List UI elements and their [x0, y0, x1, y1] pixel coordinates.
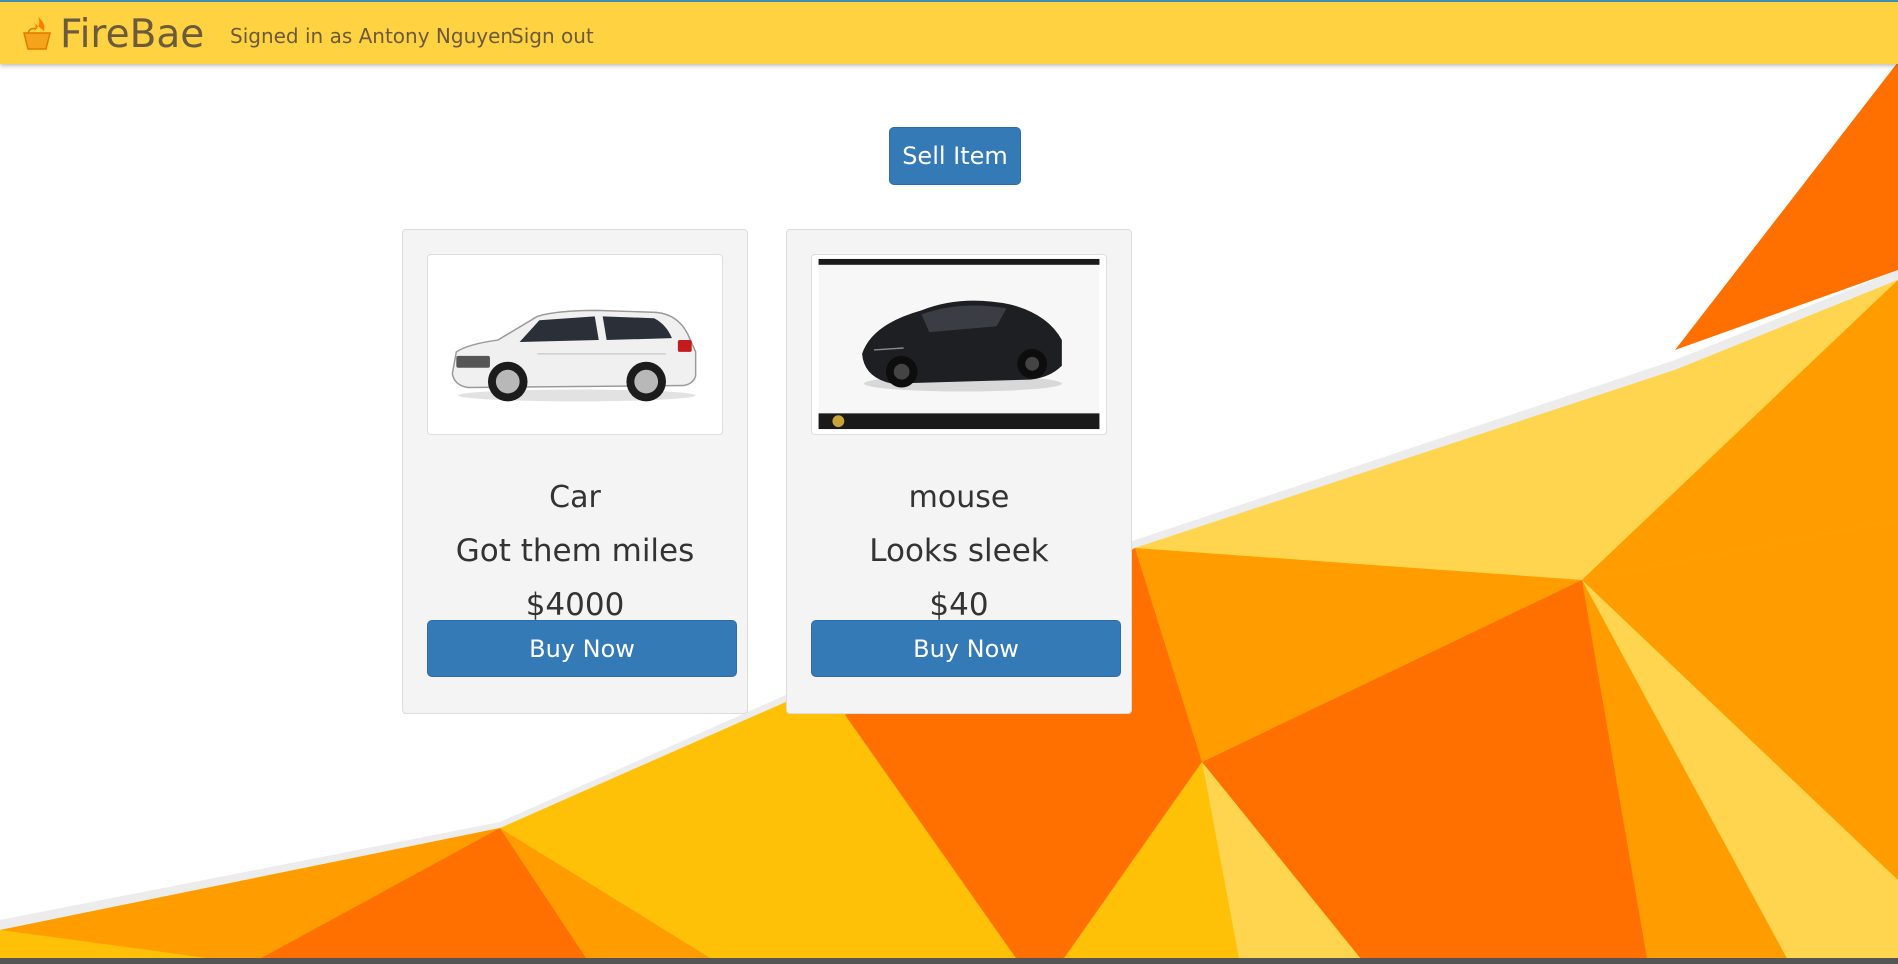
navbar: FireBae Signed in as Antony Nguyen Sign … [0, 0, 1898, 64]
sell-item-button[interactable]: Sell Item [889, 127, 1021, 185]
signed-in-text: Signed in as Antony Nguyen [230, 24, 514, 48]
item-title: Car [549, 480, 601, 515]
item-card: Car Got them miles $4000 Buy Now [402, 229, 748, 714]
item-description: Got them miles [455, 533, 695, 569]
item-image [811, 254, 1107, 435]
fire-basket-icon [23, 17, 51, 50]
brand-link[interactable]: FireBae [16, 15, 204, 55]
item-price: $40 [929, 587, 989, 623]
brand-name: FireBae [60, 12, 205, 57]
white-suv-image [428, 255, 722, 434]
buy-now-button[interactable]: Buy Now [811, 620, 1121, 677]
window-bottom-border [0, 958, 1898, 964]
item-image [427, 254, 723, 435]
item-price: $4000 [525, 587, 625, 623]
item-card: mouse Looks sleek $40 Buy Now [786, 229, 1132, 714]
sign-out-link[interactable]: Sign out [511, 24, 594, 48]
black-sports-car-image [812, 255, 1106, 434]
item-description: Looks sleek [869, 533, 1049, 569]
item-title: mouse [908, 480, 1010, 515]
buy-now-button[interactable]: Buy Now [427, 620, 737, 677]
